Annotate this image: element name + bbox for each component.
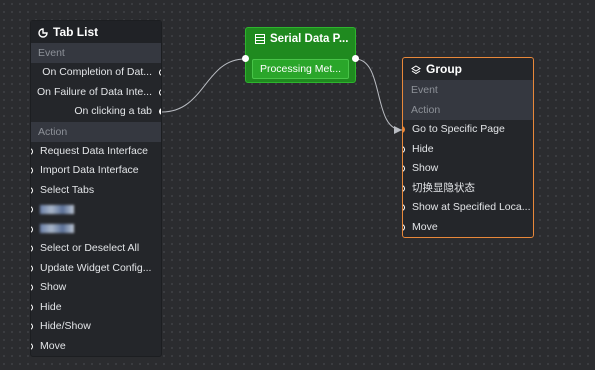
event-failure-data[interactable]: On Failure of Data Inte... bbox=[31, 83, 161, 103]
serial-data-title: Serial Data P... bbox=[270, 33, 349, 45]
group-action-show-at-location[interactable]: Show at Specified Loca... bbox=[403, 198, 533, 218]
input-port[interactable] bbox=[403, 145, 405, 153]
serial-data-header[interactable]: Serial Data P... bbox=[246, 28, 355, 50]
input-port[interactable] bbox=[403, 204, 405, 211]
output-port[interactable] bbox=[159, 88, 161, 96]
serial-data-node[interactable]: Serial Data P... Processing Met... bbox=[242, 27, 359, 83]
event-clicking-tab[interactable]: On clicking a tab bbox=[31, 102, 161, 122]
wire-arrowhead bbox=[394, 126, 402, 134]
input-port-connected[interactable] bbox=[403, 126, 405, 133]
input-port[interactable] bbox=[31, 225, 33, 233]
input-port[interactable] bbox=[403, 184, 405, 192]
input-port[interactable] bbox=[31, 264, 33, 272]
tab-list-header[interactable]: Tab List bbox=[31, 21, 161, 43]
input-port[interactable] bbox=[31, 167, 33, 174]
tab-list-action-section: Action bbox=[31, 121, 161, 142]
input-port[interactable] bbox=[31, 245, 33, 252]
input-port[interactable] bbox=[31, 323, 33, 330]
input-port[interactable] bbox=[403, 223, 405, 231]
group-action-toggle-visibility[interactable]: 切换显隐状态 bbox=[403, 179, 533, 199]
event-completion-data[interactable]: On Completion of Dat... bbox=[31, 63, 161, 83]
input-port[interactable] bbox=[31, 206, 33, 213]
tab-list-title: Tab List bbox=[53, 25, 99, 39]
blurred-label bbox=[40, 204, 74, 214]
group-action-show[interactable]: Show bbox=[403, 159, 533, 179]
input-port[interactable] bbox=[31, 284, 33, 291]
processing-method-button[interactable]: Processing Met... bbox=[252, 59, 349, 79]
serial-data-icon bbox=[255, 34, 265, 44]
action-update-widget-config[interactable]: Update Widget Config... bbox=[31, 259, 161, 279]
group-header[interactable]: Group bbox=[403, 58, 533, 80]
group-action-move[interactable]: Move bbox=[403, 218, 533, 238]
action-hide[interactable]: Hide bbox=[31, 298, 161, 318]
action-show[interactable]: Show bbox=[31, 278, 161, 298]
tab-list-icon bbox=[38, 27, 48, 38]
action-move[interactable]: Move bbox=[31, 337, 161, 357]
tab-list-event-section: Event bbox=[31, 43, 161, 63]
input-port[interactable] bbox=[31, 303, 33, 311]
output-port[interactable] bbox=[159, 69, 161, 76]
output-port-connected[interactable] bbox=[159, 108, 161, 115]
action-import-data[interactable]: Import Data Interface bbox=[31, 161, 161, 181]
wire-tab-click-to-serial bbox=[161, 58, 246, 113]
wire-serial-to-group bbox=[354, 58, 403, 131]
layers-icon bbox=[411, 64, 421, 75]
group-event-section: Event bbox=[403, 80, 533, 100]
action-blurred-1[interactable] bbox=[31, 200, 161, 220]
blurred-label bbox=[40, 224, 74, 234]
action-select-tabs[interactable]: Select Tabs bbox=[31, 181, 161, 201]
input-port[interactable] bbox=[31, 342, 33, 350]
group-action-hide[interactable]: Hide bbox=[403, 140, 533, 160]
action-request-data[interactable]: Request Data Interface bbox=[31, 142, 161, 162]
action-blurred-2[interactable] bbox=[31, 220, 161, 240]
group-action-section: Action bbox=[403, 100, 533, 120]
tab-list-node[interactable]: Tab List Event On Completion of Dat... O… bbox=[30, 20, 162, 357]
group-node[interactable]: Group Event Action Go to Specific Page H… bbox=[402, 57, 534, 238]
group-title: Group bbox=[426, 62, 462, 76]
group-action-go-to-page[interactable]: Go to Specific Page bbox=[403, 120, 533, 140]
action-select-deselect-all[interactable]: Select or Deselect All bbox=[31, 239, 161, 259]
input-port[interactable] bbox=[403, 165, 405, 172]
input-port[interactable] bbox=[31, 147, 33, 155]
action-hide-show[interactable]: Hide/Show bbox=[31, 317, 161, 337]
serial-input-port[interactable] bbox=[242, 55, 249, 62]
serial-output-port[interactable] bbox=[352, 55, 359, 62]
input-port[interactable] bbox=[31, 186, 33, 194]
